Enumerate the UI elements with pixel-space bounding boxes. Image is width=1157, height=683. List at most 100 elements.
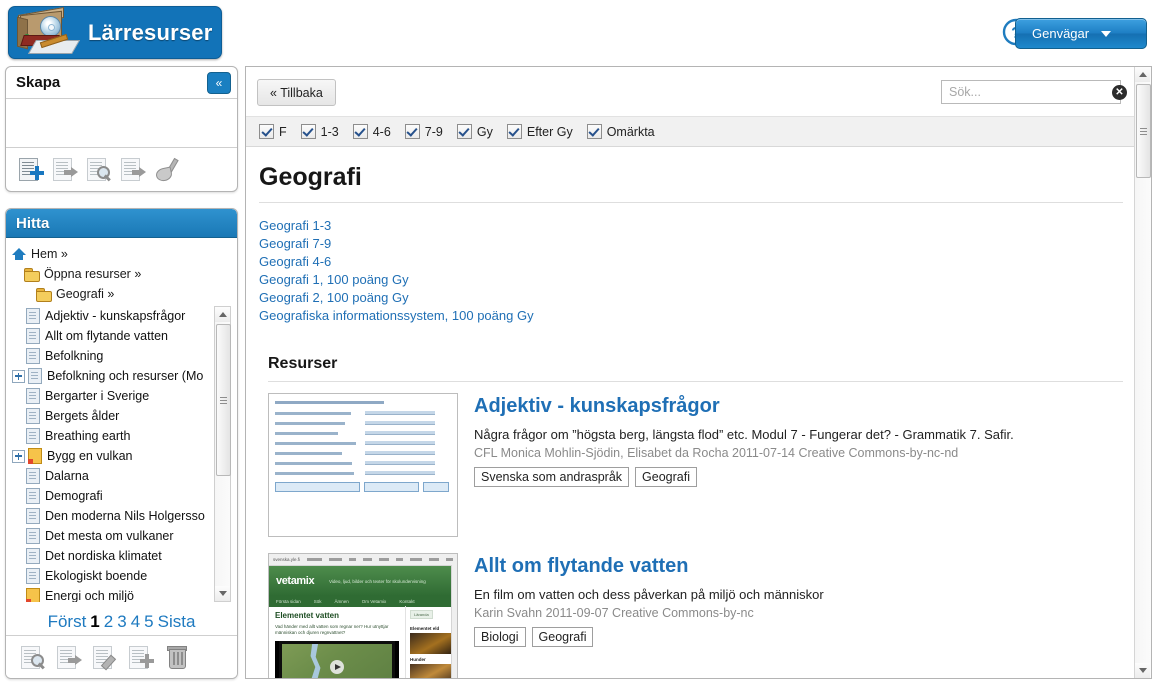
export-document-icon[interactable] bbox=[120, 156, 146, 182]
search-document-icon[interactable] bbox=[86, 156, 112, 182]
tree-scroll-up-button[interactable] bbox=[215, 307, 230, 322]
preview-menu-item: Om Vetamix bbox=[361, 599, 387, 604]
tree-item[interactable]: Det nordiska klimatet bbox=[12, 546, 220, 566]
back-button[interactable]: « Tillbaka bbox=[257, 79, 336, 106]
trash-icon[interactable] bbox=[164, 644, 190, 670]
edit-document-icon[interactable] bbox=[92, 644, 118, 671]
tree-item[interactable]: Demografi bbox=[12, 486, 220, 506]
filter-checkbox-omärkta[interactable]: Omärkta bbox=[586, 124, 655, 139]
resource-thumbnail[interactable] bbox=[268, 393, 458, 537]
tree-item[interactable]: Befolkning bbox=[12, 346, 220, 366]
filter-checkbox-gy[interactable]: Gy bbox=[456, 124, 493, 139]
tree-scroll-thumb[interactable] bbox=[216, 324, 231, 476]
tree-item[interactable]: Ekologiskt boende bbox=[12, 566, 220, 586]
search-input[interactable] bbox=[942, 81, 1112, 103]
tree-item[interactable]: Bergarter i Sverige bbox=[12, 386, 220, 406]
resource-thumbnail[interactable]: svenska.yle.fi vetamix Video, ljud, bild… bbox=[268, 553, 458, 678]
tree-item[interactable]: Den moderna Nils Holgersso bbox=[12, 506, 220, 526]
page-icon bbox=[26, 548, 40, 564]
broom-icon[interactable] bbox=[154, 156, 182, 183]
collapse-sidebar-button[interactable]: « bbox=[207, 71, 231, 94]
category-link[interactable]: Geografi 1-3 bbox=[259, 217, 1123, 235]
pagination-sista[interactable]: Sista bbox=[158, 612, 196, 631]
tree-item[interactable]: Breathing earth bbox=[12, 426, 220, 446]
add-document-icon[interactable] bbox=[128, 644, 154, 670]
pagination-4[interactable]: 4 bbox=[131, 612, 140, 631]
tree-item[interactable]: Bygg en vulkan bbox=[12, 446, 220, 466]
shortcuts-button[interactable]: Genvägar bbox=[1015, 18, 1147, 49]
breadcrumb-item-oppna-resurser[interactable]: Öppna resurser » bbox=[12, 264, 237, 284]
tree-item[interactable]: Bergets ålder bbox=[12, 406, 220, 426]
category-link[interactable]: Geografi 4-6 bbox=[259, 253, 1123, 271]
filter-checkbox-1-3[interactable]: 1-3 bbox=[300, 124, 339, 139]
resource-tag[interactable]: Biologi bbox=[474, 627, 526, 647]
checkbox-icon[interactable] bbox=[456, 124, 472, 139]
tree-item-label: Demografi bbox=[45, 489, 103, 503]
content-scroll-down-button[interactable] bbox=[1135, 663, 1150, 678]
pagination-5[interactable]: 5 bbox=[144, 612, 153, 631]
resource-title-link[interactable]: Adjektiv - kunskapsfrågor bbox=[474, 395, 1123, 418]
tree-item[interactable]: Energi och miljö bbox=[12, 586, 220, 602]
create-panel-body bbox=[6, 99, 237, 148]
tree-item-label: Befolkning och resurser (Mo bbox=[47, 369, 204, 383]
preview-site-url: svenska.yle.fi bbox=[273, 557, 301, 562]
category-link[interactable]: Geografi 1, 100 poäng Gy bbox=[259, 271, 1123, 289]
category-link[interactable]: Geografi 7-9 bbox=[259, 235, 1123, 253]
pagination-2[interactable]: 2 bbox=[104, 612, 113, 631]
expand-icon[interactable] bbox=[12, 449, 25, 463]
content-scroll-thumb[interactable] bbox=[1136, 84, 1151, 178]
search-document-icon[interactable] bbox=[20, 644, 46, 670]
new-document-icon[interactable] bbox=[18, 156, 44, 182]
import-document-icon[interactable] bbox=[52, 156, 78, 182]
export-document-icon[interactable] bbox=[56, 644, 82, 670]
tree-item-label: Befolkning bbox=[45, 349, 104, 363]
category-link[interactable]: Geografi 2, 100 poäng Gy bbox=[259, 289, 1123, 307]
filter-checkbox-4-6[interactable]: 4-6 bbox=[352, 124, 391, 139]
content-scroll-up-button[interactable] bbox=[1135, 67, 1150, 82]
checkbox-icon[interactable] bbox=[300, 124, 316, 139]
search-box[interactable]: ✕ bbox=[941, 80, 1127, 104]
tree-item-label: Breathing earth bbox=[45, 429, 131, 443]
tree-item[interactable]: Befolkning och resurser (Mo bbox=[12, 366, 220, 386]
checkbox-icon[interactable] bbox=[259, 124, 274, 139]
resource-title-link[interactable]: Allt om flytande vatten bbox=[474, 555, 1123, 578]
filter-checkbox-f[interactable]: F bbox=[259, 124, 287, 139]
tree-scrollbar[interactable] bbox=[214, 306, 231, 602]
expand-icon[interactable] bbox=[12, 369, 25, 383]
content-scrollbar[interactable] bbox=[1134, 67, 1151, 678]
checkbox-icon[interactable] bbox=[352, 124, 368, 139]
filter-label: 4-6 bbox=[372, 124, 391, 139]
page-icon bbox=[26, 488, 40, 504]
app-logo[interactable]: Lärresurser bbox=[8, 6, 222, 59]
breadcrumb-item-hem[interactable]: Hem » bbox=[12, 244, 237, 264]
tree-item-label: Energi och miljö bbox=[45, 589, 134, 602]
tree-item[interactable]: Allt om flytande vatten bbox=[12, 326, 220, 346]
checkbox-icon[interactable] bbox=[404, 124, 420, 139]
worksheet-preview-image bbox=[269, 394, 457, 536]
filter-label: 1-3 bbox=[320, 124, 339, 139]
breadcrumb-label: Geografi » bbox=[56, 287, 115, 301]
preview-scrollbar bbox=[451, 565, 457, 678]
clear-search-icon[interactable]: ✕ bbox=[1112, 84, 1127, 100]
filter-checkbox-7-9[interactable]: 7-9 bbox=[404, 124, 443, 139]
tree-item[interactable]: Det mesta om vulkaner bbox=[12, 526, 220, 546]
tree-scroll-down-button[interactable] bbox=[215, 586, 230, 601]
tree-item-label: Ekologiskt boende bbox=[45, 569, 148, 583]
pagination-3[interactable]: 3 bbox=[117, 612, 126, 631]
filter-checkbox-efter-gy[interactable]: Efter Gy bbox=[506, 124, 573, 139]
resource-tag[interactable]: Svenska som andraspråk bbox=[474, 467, 630, 487]
page-icon bbox=[26, 508, 40, 524]
checkbox-icon[interactable] bbox=[586, 124, 602, 139]
resource-tag[interactable]: Geografi bbox=[635, 467, 697, 487]
category-link[interactable]: Geografiska informationssystem, 100 poän… bbox=[259, 307, 1123, 325]
filter-label: Efter Gy bbox=[526, 124, 573, 139]
tree-item-label: Det mesta om vulkaner bbox=[45, 529, 174, 543]
preview-menu-item: Ämnen bbox=[334, 599, 349, 604]
resource-tag[interactable]: Geografi bbox=[531, 627, 594, 647]
tree-item[interactable]: Adjektiv - kunskapsfrågor bbox=[12, 306, 220, 326]
find-panel-title: Hitta bbox=[16, 214, 50, 232]
tree-item[interactable]: Dalarna bbox=[12, 466, 220, 486]
breadcrumb-item-geografi[interactable]: Geografi » bbox=[12, 284, 237, 304]
checkbox-icon[interactable] bbox=[506, 124, 522, 139]
pagination-först[interactable]: Först bbox=[48, 612, 87, 631]
